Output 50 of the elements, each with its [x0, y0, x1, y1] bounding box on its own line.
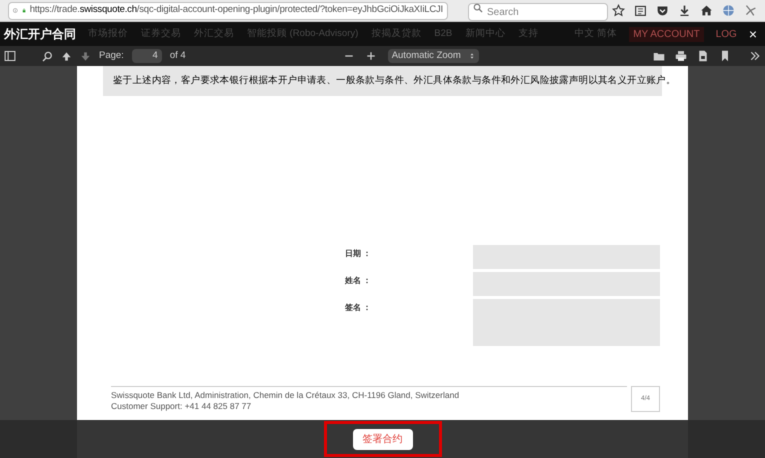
nav-link[interactable]: 市场报价: [88, 26, 128, 42]
search-icon[interactable]: [42, 50, 53, 62]
close-button[interactable]: ×: [748, 27, 757, 41]
pocket-icon[interactable]: [656, 4, 669, 17]
nav-link[interactable]: 按揭及贷款: [371, 26, 422, 42]
login-link[interactable]: LOG: [716, 26, 737, 42]
signature-field[interactable]: [473, 299, 660, 346]
double-chevron-icon[interactable]: [749, 50, 761, 62]
account-link[interactable]: MY ACCOUNT: [629, 26, 704, 42]
nav-link[interactable]: 支持: [518, 26, 538, 42]
up-arrow-icon[interactable]: [61, 50, 72, 62]
search-field[interactable]: Search: [468, 3, 608, 21]
input-field[interactable]: [473, 272, 660, 296]
field-label: 日期 ：: [345, 248, 372, 260]
nav-link[interactable]: 新闻中心: [465, 26, 506, 42]
pinwheel-icon[interactable]: [744, 4, 757, 17]
footer-text: Swissquote Bank Ltd, Administration, Chemin de la Crétaux 33, CH-1196 Gland, Switzerland: [111, 390, 460, 401]
search-icon: [473, 2, 483, 12]
bookmark-icon[interactable]: [719, 50, 731, 62]
updown-caret-icon: [468, 52, 475, 60]
page-count: of 4: [170, 48, 186, 63]
sidebar-toggle-icon[interactable]: [4, 50, 16, 62]
url-text: https://trade.swissquote.ch/sqc-digital-account-opening-plugin/protected/?token=eyJhbGciOiJkaXIiLCJI: [30, 3, 443, 18]
nav-link[interactable]: 证券交易: [141, 26, 181, 42]
reading-list-icon[interactable]: [634, 4, 647, 17]
zoom-dropdown[interactable]: Automatic Zoom: [388, 49, 479, 63]
address-bar[interactable]: https://trade.swissquote.ch/sqc-digital-account-opening-plugin/protected/?token=eyJhbGciOiJkaXIiLCJI: [8, 2, 448, 20]
sign-contract-button[interactable]: 签署合约: [352, 428, 412, 450]
print-icon[interactable]: [675, 50, 687, 62]
download-icon[interactable]: [678, 4, 691, 17]
page-label: Page:: [99, 48, 124, 63]
document-save-icon[interactable]: [697, 50, 709, 62]
zoom-in-icon[interactable]: [366, 51, 376, 61]
info-icon: [13, 5, 18, 16]
modal-title: 外汇开户合同: [4, 26, 76, 43]
page-number-field[interactable]: 4: [132, 49, 162, 63]
language-selector[interactable]: 中文 简体: [574, 26, 618, 42]
star-icon[interactable]: [612, 4, 625, 17]
input-field[interactable]: [473, 245, 660, 269]
field-label: 姓名 ：: [345, 275, 372, 287]
nav-link[interactable]: B2B: [434, 26, 452, 42]
globe-icon[interactable]: [722, 4, 735, 17]
down-arrow-icon[interactable]: [80, 50, 91, 62]
footer-text: Customer Support: +41 44 825 87 77: [111, 401, 252, 412]
statement-text: 鉴于上述内容，客户要求本银行根据本开户申请表、一般条款与条件、外汇具体条款与条件和外汇风险披露声明以其名义开立账户。: [113, 74, 676, 88]
nav-link[interactable]: 智能投顾 (Robo-Advisory): [247, 26, 358, 42]
home-icon[interactable]: [700, 4, 713, 17]
open-file-icon[interactable]: [653, 50, 665, 62]
nav-link[interactable]: 外汇交易: [194, 26, 234, 42]
field-label: 签名 ：: [345, 302, 372, 314]
